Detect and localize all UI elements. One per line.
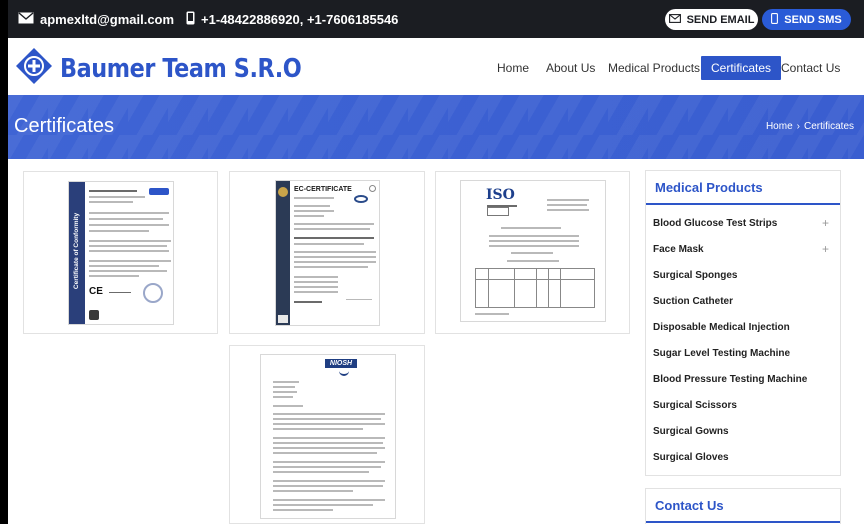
certificate-title: EC-CERTIFICATE — [294, 186, 352, 193]
contact-sidebar: Contact Us — [645, 488, 841, 524]
contact-sidebar-title: Contact Us — [655, 498, 724, 513]
category-surgical-gowns[interactable]: Surgical Gowns — [653, 426, 729, 437]
certificate-side-text: Certificate of Conformity — [73, 212, 80, 290]
send-sms-button[interactable]: SEND SMS — [762, 9, 851, 30]
niosh-logo: NIOSH — [325, 359, 357, 368]
ce-mark-icon: CE — [89, 286, 103, 297]
nav-about-us[interactable]: About Us — [546, 56, 595, 80]
certificate-table — [475, 268, 595, 308]
send-email-label: SEND EMAIL — [686, 13, 755, 26]
contact-sidebar-divider — [646, 521, 840, 523]
category-surgical-gloves[interactable]: Surgical Gloves — [653, 452, 729, 463]
page: apmexltd@gmail.com +1-48422886920, +1-76… — [8, 0, 864, 524]
certificate-image: ISO — [460, 180, 606, 322]
contact-info: apmexltd@gmail.com +1-48422886920, +1-76… — [18, 0, 404, 38]
medical-products-sidebar: Medical Products Blood Glucose Test Stri… — [645, 170, 841, 476]
mobile-phone-icon — [186, 11, 195, 28]
category-blood-pressure-testing-machine[interactable]: Blood Pressure Testing Machine — [653, 374, 807, 385]
envelope-icon — [668, 13, 681, 26]
breadcrumb: Home › Certificates — [766, 121, 854, 132]
certificate-card[interactable]: Certificate of Conformity CE — [23, 171, 218, 334]
envelope-icon — [18, 11, 34, 27]
certificate-card[interactable]: EC-CERTIFICATE — [229, 171, 425, 334]
breadcrumb-home[interactable]: Home — [766, 121, 793, 132]
category-suction-catheter[interactable]: Suction Catheter — [653, 296, 733, 307]
certificate-image: EC-CERTIFICATE — [275, 180, 380, 326]
breadcrumb-separator: › — [796, 121, 800, 132]
certificate-image: Certificate of Conformity CE — [68, 181, 174, 325]
nav-home[interactable]: Home — [497, 56, 529, 80]
page-title: Certificates — [14, 115, 115, 137]
iso-logo: ISO — [486, 187, 515, 203]
top-bar: apmexltd@gmail.com +1-48422886920, +1-76… — [8, 0, 864, 38]
certificate-card[interactable]: NIOSH — [229, 345, 425, 524]
certificate-image: NIOSH — [260, 354, 396, 519]
category-surgical-sponges[interactable]: Surgical Sponges — [653, 270, 737, 281]
phone-numbers[interactable]: +1-48422886920, +1-7606185546 — [201, 12, 398, 27]
category-face-mask[interactable]: Face Mask — [653, 244, 704, 255]
breadcrumb-current: Certificates — [803, 121, 854, 132]
qr-code-icon — [89, 310, 99, 320]
certificate-card[interactable]: ISO — [435, 171, 630, 334]
site-header: Baumer Team S.R.O Home About Us Medical … — [8, 38, 864, 95]
send-sms-label: SEND SMS — [784, 13, 842, 26]
nav-medical-products-label: Medical Products — [608, 61, 701, 75]
category-blood-glucose-test-strips[interactable]: Blood Glucose Test Strips — [653, 218, 777, 229]
plus-icon[interactable]: + — [822, 242, 829, 256]
category-sugar-level-testing-machine[interactable]: Sugar Level Testing Machine — [653, 348, 790, 359]
plus-icon[interactable]: + — [822, 216, 829, 230]
seal-icon — [143, 283, 163, 303]
category-surgical-scissors[interactable]: Surgical Scissors — [653, 400, 737, 411]
sidebar-title: Medical Products — [655, 180, 763, 195]
send-email-button[interactable]: SEND EMAIL — [665, 9, 758, 30]
main-nav: Home About Us Medical Products ˅ Certifi… — [8, 56, 864, 80]
emblem-icon — [278, 187, 288, 197]
email-link[interactable]: apmexltd@gmail.com — [40, 12, 174, 27]
category-disposable-medical-injection[interactable]: Disposable Medical Injection — [653, 322, 790, 333]
company-logo-icon — [149, 188, 169, 195]
nav-contact-us[interactable]: Contact Us — [781, 56, 840, 80]
page-banner: Certificates Home › Certificates — [8, 95, 864, 159]
nav-medical-products[interactable]: Medical Products ˅ — [608, 56, 712, 80]
mobile-phone-icon — [771, 12, 779, 27]
nav-certificates[interactable]: Certificates — [701, 56, 782, 80]
sidebar-divider — [646, 203, 840, 205]
eye-logo-icon — [354, 195, 368, 203]
